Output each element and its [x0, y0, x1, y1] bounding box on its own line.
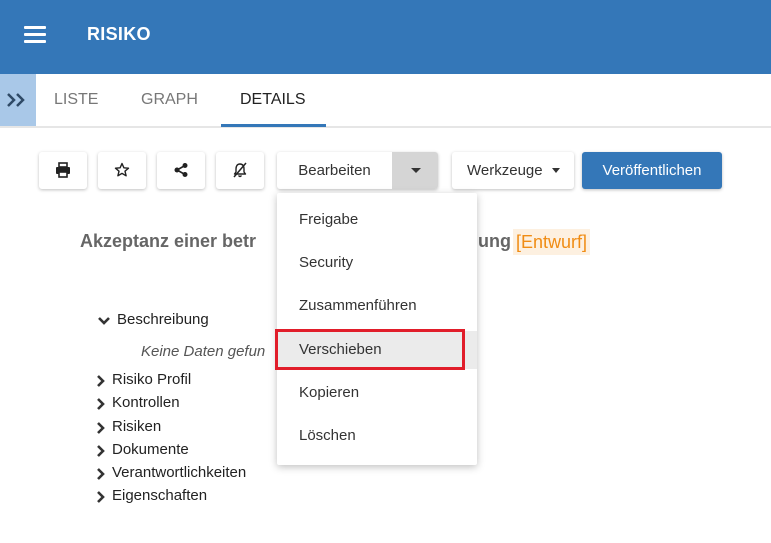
edit-button[interactable]: Bearbeiten: [277, 152, 392, 189]
favorite-button[interactable]: [98, 152, 146, 189]
status-badge: [Entwurf]: [513, 229, 591, 255]
share-icon: [174, 163, 188, 177]
hamburger-menu-icon[interactable]: [24, 26, 46, 44]
page-title-start: Akzeptanz einer betr: [80, 231, 257, 251]
menu-item-security[interactable]: Security: [277, 244, 477, 282]
tree-item-label: Beschreibung: [117, 311, 209, 328]
tree-item-label: Risiken: [112, 418, 162, 435]
chevron-right-icon: [97, 445, 105, 457]
tab-liste[interactable]: LISTE: [54, 91, 98, 109]
tab-graph[interactable]: GRAPH: [141, 91, 198, 109]
menu-item-zusammenfuehren[interactable]: Zusammenführen: [277, 287, 477, 325]
chevron-right-icon: [97, 491, 105, 503]
print-icon: [56, 162, 70, 178]
page-title: Akzeptanz einer betr ung: [80, 231, 511, 252]
chevron-right-icon: [97, 375, 105, 387]
tab-details[interactable]: DETAILS: [240, 91, 306, 109]
menu-item-loeschen[interactable]: Löschen: [277, 417, 477, 455]
app-header: RISIKO: [0, 0, 771, 74]
chevron-down-icon: [98, 317, 110, 325]
edit-dropdown-toggle[interactable]: [392, 152, 438, 189]
tree-item-label: Eigenschaften: [112, 487, 208, 504]
notifications-button[interactable]: [216, 152, 264, 189]
highlight-frame: [275, 329, 465, 370]
app-title: RISIKO: [87, 24, 151, 44]
tree-item-label: Kontrollen: [112, 394, 180, 411]
chevron-right-icon: [97, 468, 105, 480]
tree-item-label: Dokumente: [112, 441, 189, 458]
tools-dropdown-button[interactable]: Werkzeuge: [452, 152, 574, 189]
double-chevron-right-icon: [7, 93, 25, 107]
tab-bar: LISTE GRAPH DETAILS: [0, 74, 771, 128]
caret-down-icon: [552, 168, 560, 173]
tree-item-label: Verantwortlichkeiten: [112, 464, 247, 481]
menu-item-kopieren[interactable]: Kopieren: [277, 374, 477, 412]
notification-off-icon: [233, 162, 247, 178]
sidebar-toggle-button[interactable]: [0, 74, 36, 126]
star-icon: [114, 162, 130, 177]
tools-button-label: Werkzeuge: [467, 162, 543, 179]
share-button[interactable]: [157, 152, 205, 189]
chevron-right-icon: [97, 398, 105, 410]
active-tab-indicator: [221, 124, 326, 127]
page-title-end: ung: [478, 231, 511, 251]
chevron-right-icon: [97, 422, 105, 434]
empty-data-text: Keine Daten gefun: [141, 343, 266, 360]
tree-item-label: Risiko Profil: [112, 371, 192, 388]
edit-split-button: Bearbeiten: [277, 152, 438, 189]
caret-down-icon: [411, 168, 421, 173]
print-button[interactable]: [39, 152, 87, 189]
menu-item-freigabe[interactable]: Freigabe: [277, 201, 477, 239]
publish-button[interactable]: Veröffentlichen: [582, 152, 722, 189]
